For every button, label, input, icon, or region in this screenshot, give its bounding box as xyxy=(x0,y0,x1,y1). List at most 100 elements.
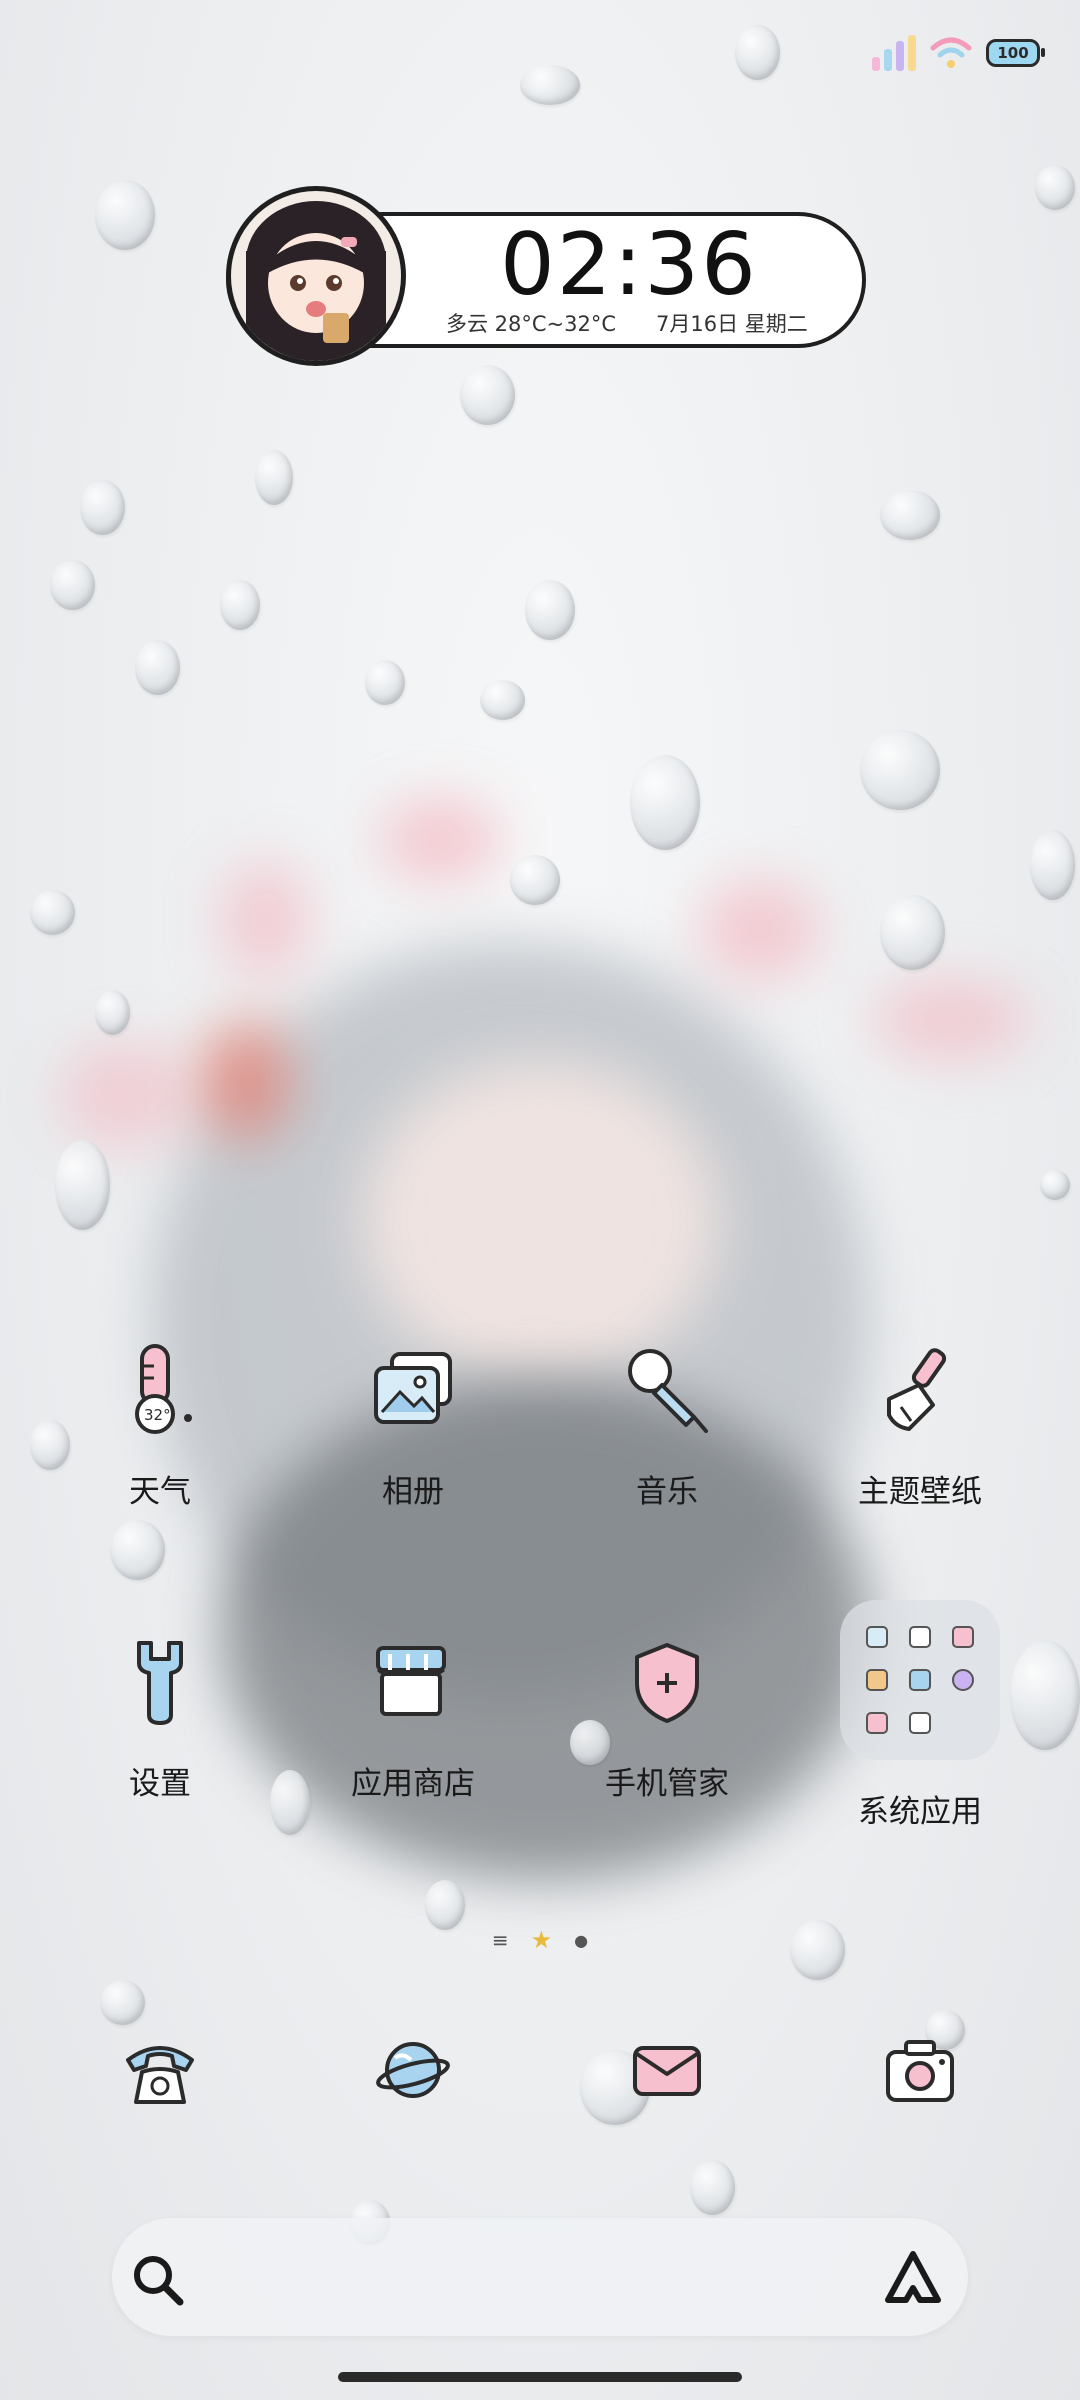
signal-icon xyxy=(872,35,916,71)
avatar[interactable] xyxy=(226,186,406,366)
water-drop xyxy=(110,1520,165,1580)
water-drop xyxy=(135,640,180,695)
water-drop xyxy=(480,680,525,720)
paintbrush-icon xyxy=(870,1340,970,1440)
water-drop xyxy=(510,855,560,905)
water-drop xyxy=(95,990,130,1035)
wallpaper-figure-body xyxy=(220,1380,870,1880)
camera-icon xyxy=(886,2040,954,2102)
water-drop xyxy=(1040,1170,1070,1200)
water-drop xyxy=(520,65,580,105)
thermometer-icon: 32° xyxy=(110,1340,210,1440)
water-drop xyxy=(880,895,945,970)
wallpaper-pink-mark xyxy=(380,800,500,880)
app-store[interactable]: 应用商店 xyxy=(323,1632,503,1803)
app-label: 音乐 xyxy=(636,1474,698,1510)
water-drop xyxy=(220,580,260,630)
signal-bar xyxy=(896,41,904,71)
signal-bar xyxy=(872,57,880,71)
folder-mini-app-icon xyxy=(908,1668,931,1691)
water-drop xyxy=(1030,830,1075,900)
folder-icon xyxy=(840,1600,1000,1760)
assistant-icon[interactable] xyxy=(882,2248,944,2308)
search-icon[interactable] xyxy=(130,2252,186,2308)
wrench-icon xyxy=(110,1632,210,1732)
app-label: 设置 xyxy=(129,1766,191,1802)
app-phone-manager[interactable]: 手机管家 xyxy=(577,1632,757,1803)
app-label: 相册 xyxy=(382,1474,444,1510)
wallpaper-pink-mark xyxy=(60,1040,190,1150)
weather-badge: 32° xyxy=(144,1406,171,1424)
dock-camera[interactable] xyxy=(875,2025,965,2115)
menu-lines-icon: ≡ xyxy=(491,1928,509,1952)
folder-mini-app-icon xyxy=(951,1626,974,1649)
water-drop xyxy=(460,365,515,425)
water-drop xyxy=(50,560,95,610)
folder-mini-app-icon xyxy=(951,1668,974,1691)
signal-bar xyxy=(884,49,892,71)
folder-mini-app-icon xyxy=(866,1626,889,1649)
water-drop xyxy=(425,1880,465,1930)
water-drop xyxy=(100,1980,145,2025)
app-folder-system[interactable]: 系统应用 xyxy=(830,1600,1010,1831)
weather-summary: 多云 28°C~32°C xyxy=(446,312,617,336)
messages-icon xyxy=(633,2046,701,2096)
wallpaper-bow xyxy=(200,1020,290,1140)
water-drop xyxy=(880,490,940,540)
wallpaper-pink-mark xyxy=(220,860,310,980)
water-drop xyxy=(270,1770,310,1835)
water-drop xyxy=(95,180,155,250)
photos-icon xyxy=(363,1340,463,1440)
phone-icon xyxy=(126,2046,194,2104)
home-indicator[interactable] xyxy=(338,2372,742,2382)
wallpaper-figure-face xyxy=(360,1060,720,1380)
water-drop xyxy=(690,2160,735,2215)
app-gallery[interactable]: 相册 xyxy=(323,1340,503,1511)
water-drop xyxy=(30,890,75,935)
wallpaper-pink-mark xyxy=(870,980,1030,1060)
water-drop xyxy=(255,450,293,505)
water-drop xyxy=(860,730,940,810)
dock-phone[interactable] xyxy=(115,2025,205,2115)
browser-planet-icon xyxy=(376,2042,450,2098)
folder-mini-app-icon xyxy=(908,1711,931,1734)
folder-mini-app-icon xyxy=(908,1626,931,1649)
app-label: 天气 xyxy=(129,1474,191,1510)
wallpaper-pink-mark xyxy=(700,880,820,980)
app-label: 系统应用 xyxy=(858,1794,982,1830)
microphone-icon xyxy=(617,1340,717,1440)
wifi-icon xyxy=(930,37,972,68)
app-themes[interactable]: 主题壁纸 xyxy=(830,1340,1010,1511)
water-drop xyxy=(365,660,405,705)
water-drop xyxy=(55,1140,110,1230)
water-drop xyxy=(30,1420,70,1470)
app-settings[interactable]: 设置 xyxy=(70,1632,250,1803)
dock-messages[interactable] xyxy=(622,2025,712,2115)
water-drop xyxy=(80,480,125,535)
water-drop xyxy=(525,580,575,640)
star-page-icon: ★ xyxy=(530,1926,553,1954)
water-drop xyxy=(1035,165,1075,210)
clock-time: 02:36 xyxy=(500,215,758,315)
shield-icon xyxy=(617,1632,717,1732)
anime-girl-avatar-icon xyxy=(246,201,386,361)
app-weather[interactable]: 32° 天气 xyxy=(70,1340,250,1511)
water-drop xyxy=(1010,1640,1080,1750)
page-indicator[interactable]: ≡ ★ ● xyxy=(0,1926,1080,1954)
page-dot-icon: ● xyxy=(574,1930,589,1950)
battery-level: 100 xyxy=(997,44,1029,62)
water-drop xyxy=(630,755,700,850)
store-icon xyxy=(363,1632,463,1732)
app-music[interactable]: 音乐 xyxy=(577,1340,757,1511)
app-label: 应用商店 xyxy=(351,1766,475,1802)
clock-info: 多云 28°C~32°C 7月16日 星期二 xyxy=(446,308,808,338)
status-bar: 100 xyxy=(872,28,1045,78)
water-drop xyxy=(735,25,780,80)
app-label: 手机管家 xyxy=(605,1766,729,1802)
date-text: 7月16日 星期二 xyxy=(656,312,808,336)
search-bar[interactable] xyxy=(112,2218,968,2338)
search-input[interactable] xyxy=(212,2218,836,2338)
app-label: 主题壁纸 xyxy=(858,1474,982,1510)
signal-bar xyxy=(908,35,916,71)
dock-browser[interactable] xyxy=(368,2025,458,2115)
